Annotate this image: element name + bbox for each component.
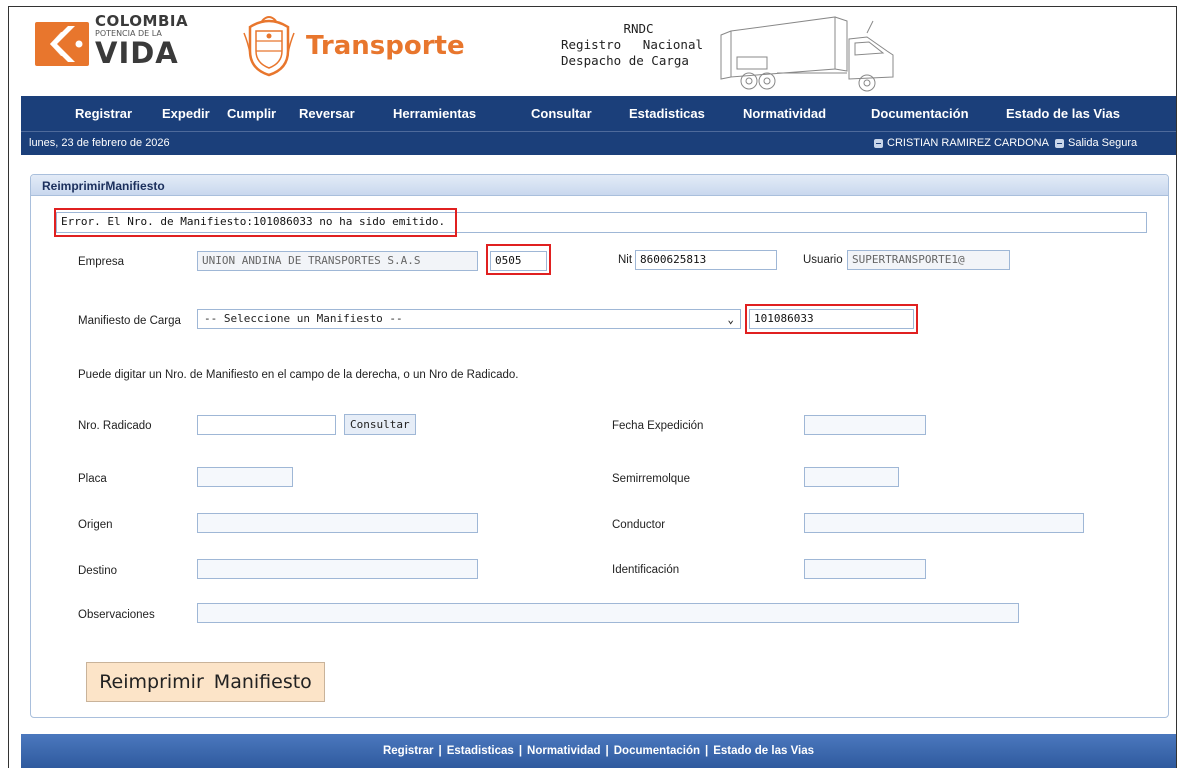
footer: Registrar | Estadisticas | Normatividad | Docu… xyxy=(21,734,1176,768)
nit-label: Nit xyxy=(618,254,633,266)
radicado-label: Nro. Radicado xyxy=(78,420,152,432)
main-nav: Registrar Expedir Cumplir Reversar Herra… xyxy=(21,96,1176,131)
coat-of-arms-icon xyxy=(243,16,295,77)
manifiesto-select[interactable]: -- Seleccione un Manifiesto -- ⌄ xyxy=(197,309,741,329)
cpv-mark-icon xyxy=(35,22,89,66)
error-highlight xyxy=(54,208,457,237)
footer-separator: | xyxy=(438,745,442,757)
observaciones-field[interactable] xyxy=(197,603,1019,623)
logo-line-1: COLOMBIA xyxy=(95,12,189,30)
user-icon xyxy=(874,138,883,148)
app-frame: COLOMBIA POTENCIA DE LA VIDA Transporte … xyxy=(8,6,1177,768)
header: COLOMBIA POTENCIA DE LA VIDA Transporte … xyxy=(9,7,1176,95)
manifiesto-label: Manifiesto de Carga xyxy=(78,315,181,327)
origen-field[interactable] xyxy=(197,513,478,533)
nav-cumplir[interactable]: Cumplir xyxy=(227,106,276,121)
hint-text: Puede digitar un Nro. de Manifiesto en e… xyxy=(78,369,519,381)
user-menu[interactable]: CRISTIAN RAMIREZ CARDONA xyxy=(874,137,1049,149)
nav-reversar[interactable]: Reversar xyxy=(299,106,355,121)
reimprimir-panel: ReimprimirManifiesto Error. El Nro. de M… xyxy=(30,174,1169,718)
nav-documentacion[interactable]: Documentación xyxy=(871,106,969,121)
destino-field[interactable] xyxy=(197,559,478,579)
identificacion-field[interactable] xyxy=(804,559,926,579)
empresa-field[interactable]: UNION ANDINA DE TRANSPORTES S.A.S xyxy=(197,251,478,271)
panel-title: ReimprimirManifiesto xyxy=(42,179,165,193)
status-bar: lunes, 23 de febrero de 2026 CRISTIAN RA… xyxy=(21,131,1176,155)
conductor-label: Conductor xyxy=(612,519,666,531)
fecha-expedicion-label: Fecha Expedición xyxy=(612,420,704,432)
panel-header xyxy=(31,175,1168,196)
truck-icon xyxy=(720,16,894,92)
logout-label: Salida Segura xyxy=(1068,137,1138,149)
nav-estadisticas[interactable]: Estadisticas xyxy=(629,106,705,121)
usuario-label: Usuario xyxy=(803,254,843,266)
nav-herramientas[interactable]: Herramientas xyxy=(393,106,476,121)
placa-label: Placa xyxy=(78,473,107,485)
footer-links: Registrar | Estadisticas | Normatividad | Docu… xyxy=(21,745,1176,757)
identificacion-label: Identificación xyxy=(612,564,680,576)
fecha-expedicion-field[interactable] xyxy=(804,415,926,435)
reimprimir-manifiesto-button[interactable]: Reimprimir Manifiesto xyxy=(86,662,325,702)
current-date: lunes, 23 de febrero de 2026 xyxy=(29,137,170,149)
logout-icon xyxy=(1055,138,1064,148)
nav-registrar[interactable]: Registrar xyxy=(75,106,132,121)
consultar-button[interactable]: Consultar xyxy=(344,414,416,435)
rndc-acronym: RNDC xyxy=(623,21,654,36)
footer-link-normatividad[interactable]: Normatividad xyxy=(527,745,601,757)
usuario-field[interactable]: SUPERTRANSPORTE1@ xyxy=(847,250,1010,270)
user-name: CRISTIAN RAMIREZ CARDONA xyxy=(887,137,1049,149)
semirremolque-field[interactable] xyxy=(804,467,899,487)
destino-label: Destino xyxy=(78,565,117,577)
radicado-field[interactable] xyxy=(197,415,336,435)
placa-field[interactable] xyxy=(197,467,293,487)
nav-consultar[interactable]: Consultar xyxy=(531,106,592,121)
manifiesto-number-highlight xyxy=(745,304,918,334)
footer-link-documentacion[interactable]: Documentación xyxy=(614,745,700,757)
rndc-line-3: Despacho de Carga xyxy=(561,53,689,68)
empresa-label: Empresa xyxy=(78,256,125,268)
footer-link-registrar[interactable]: Registrar xyxy=(383,745,434,757)
footer-separator: | xyxy=(518,745,523,757)
semirremolque-label: Semirremolque xyxy=(612,473,690,485)
nav-normatividad[interactable]: Normatividad xyxy=(743,106,826,121)
empresa-code-highlight xyxy=(486,244,551,275)
ministry-title: Transporte xyxy=(306,31,465,61)
footer-separator: | xyxy=(705,745,709,757)
logout-link[interactable]: Salida Segura xyxy=(1055,137,1137,149)
manifiesto-select-value: -- Seleccione un Manifiesto -- xyxy=(204,312,403,325)
rndc-line-2: Registro Nacional xyxy=(561,37,703,52)
rndc-block: RNDC Registro Nacional Despacho de Carga xyxy=(561,21,716,69)
observaciones-label: Observaciones xyxy=(78,609,155,621)
footer-separator: | xyxy=(605,745,609,757)
nav-expedir[interactable]: Expedir xyxy=(162,106,210,121)
colombia-potencia-logo: COLOMBIA POTENCIA DE LA VIDA xyxy=(35,14,195,76)
footer-link-estadisticas[interactable]: Estadisticas xyxy=(447,745,514,757)
chevron-down-icon: ⌄ xyxy=(727,313,734,326)
nav-estado-vias[interactable]: Estado de las Vias xyxy=(1006,106,1120,121)
conductor-field[interactable] xyxy=(804,513,1084,533)
origen-label: Origen xyxy=(78,519,113,531)
nit-field[interactable]: 8600625813 xyxy=(635,250,777,270)
footer-link-estado-vias[interactable]: Estado de las Vias xyxy=(713,745,814,757)
logo-line-3: VIDA xyxy=(95,36,179,70)
